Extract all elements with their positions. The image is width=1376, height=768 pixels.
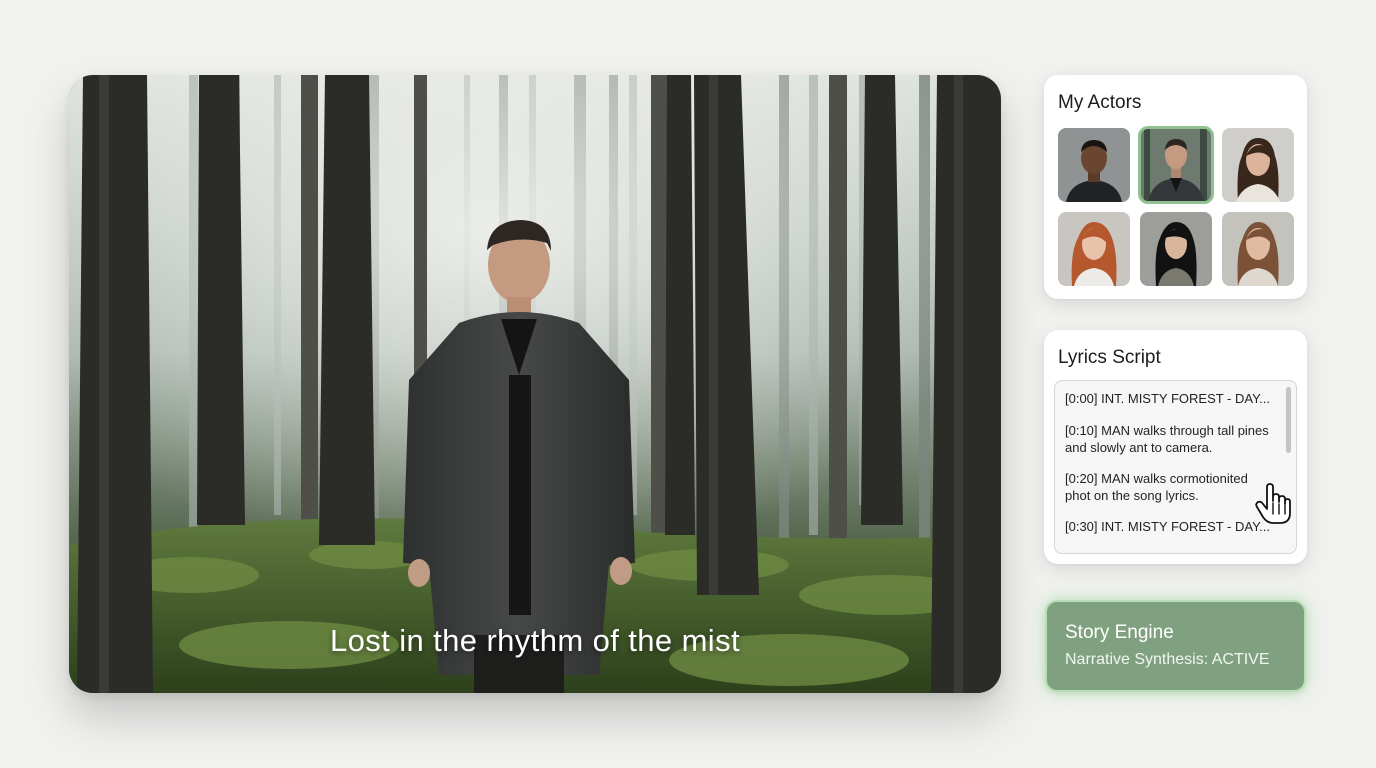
actor-thumbnail-1[interactable] [1058, 128, 1130, 202]
video-preview[interactable]: Lost in the rhythm of the mist [69, 75, 1001, 693]
lyrics-script-title: Lyrics Script [1058, 347, 1161, 368]
actor-thumbnail-4[interactable] [1058, 212, 1130, 286]
script-line[interactable]: [0:10] MAN walks through tall pines and … [1065, 423, 1275, 456]
actor-portrait-woman-light-brown-icon [1222, 212, 1294, 286]
script-scrollbar[interactable] [1286, 387, 1291, 453]
actor-portrait-man-coat-icon [1140, 128, 1212, 202]
lyrics-script-panel: Lyrics Script [0:00] INT. MISTY FOREST -… [1044, 330, 1307, 564]
script-line[interactable]: [0:00] INT. MISTY FOREST - DAY... [1065, 391, 1275, 408]
actor-thumbnail-2[interactable] [1138, 126, 1214, 204]
actor-portrait-woman-redhead-icon [1058, 212, 1130, 286]
actor-portrait-woman-brunette-icon [1222, 128, 1294, 202]
hand-pointer-icon [1255, 483, 1291, 524]
script-line[interactable]: [0:30] INT. MISTY FOREST - DAY... [1065, 519, 1275, 536]
actor-portrait-man-dark-icon [1058, 128, 1130, 202]
lyric-caption: Lost in the rhythm of the mist [329, 623, 740, 658]
app-canvas: Lost in the rhythm of the mist My Actors [0, 0, 1376, 768]
actor-thumbnail-3[interactable] [1222, 128, 1294, 202]
actor-portrait-woman-black-hair-icon [1140, 212, 1212, 286]
my-actors-title: My Actors [1058, 92, 1142, 113]
lyrics-script-editor[interactable]: [0:00] INT. MISTY FOREST - DAY... [0:10]… [1054, 380, 1297, 554]
actor-thumbnail-5[interactable] [1140, 212, 1212, 286]
actor-thumbnail-6[interactable] [1222, 212, 1294, 286]
my-actors-panel: My Actors [1044, 75, 1307, 299]
story-engine-status: Narrative Synthesis: ACTIVE [1065, 651, 1270, 668]
script-line[interactable]: [0:20] MAN walks cormotionited phot on t… [1065, 471, 1275, 504]
story-engine-title: Story Engine [1065, 622, 1174, 643]
story-engine-status-card[interactable]: Story Engine Narrative Synthesis: ACTIVE [1045, 600, 1306, 692]
forest-scene-image [69, 75, 1001, 693]
actor-grid [1058, 126, 1294, 286]
